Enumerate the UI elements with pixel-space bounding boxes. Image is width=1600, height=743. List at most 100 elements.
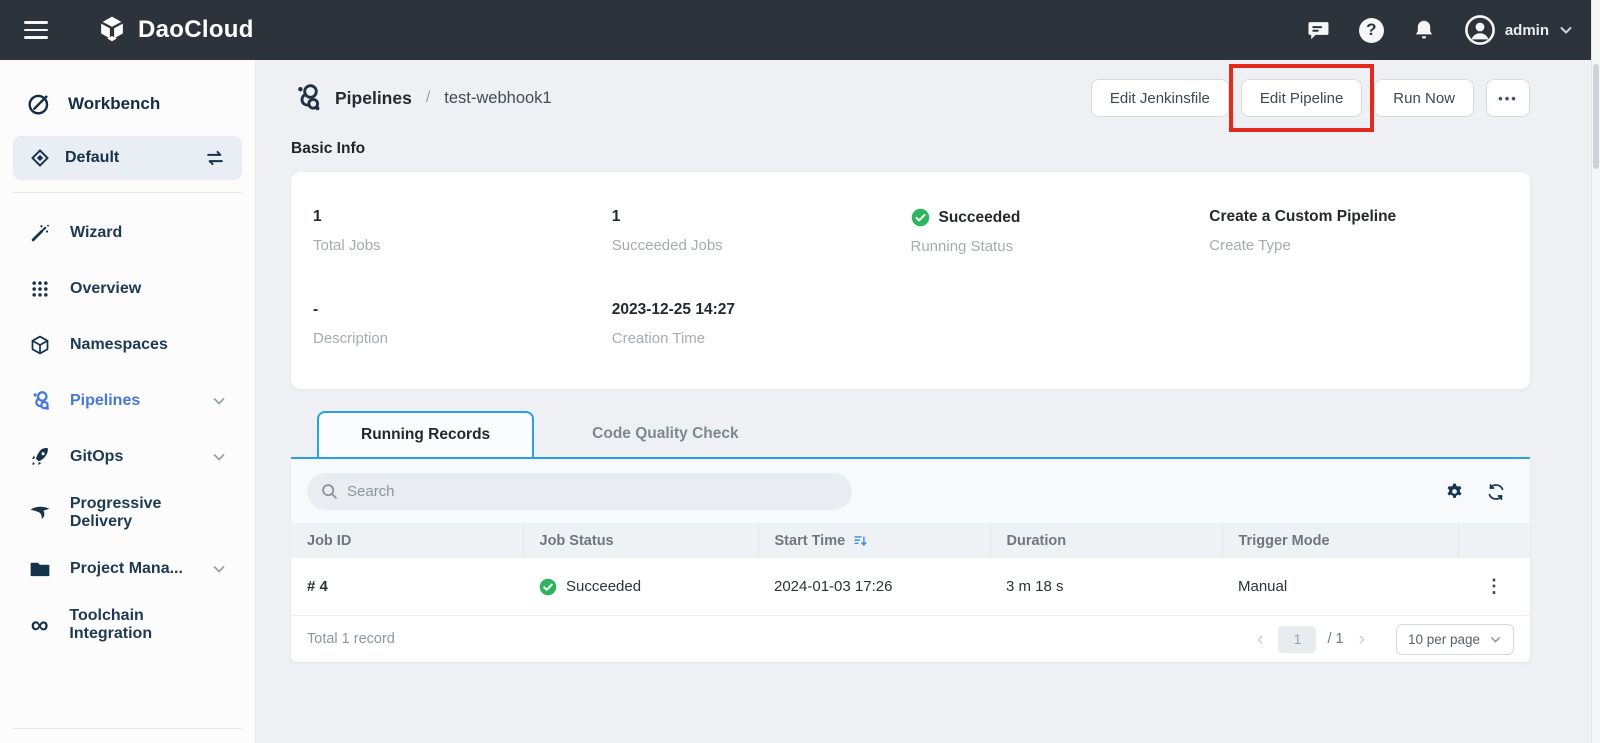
page-actions: Edit Jenkinsfile Edit Pipeline Run Now •… — [1091, 79, 1530, 117]
chevron-down-icon — [211, 393, 227, 409]
search-input[interactable] — [347, 483, 838, 500]
sidebar-item-toolchain-integration[interactable]: ∞ Toolchain Integration — [0, 597, 255, 653]
workspace-icon — [29, 147, 51, 169]
messages-icon[interactable] — [1306, 17, 1332, 43]
tab-code-quality-check[interactable]: Code Quality Check — [534, 411, 796, 457]
help-icon[interactable]: ? — [1359, 18, 1384, 43]
sidebar-item-label: GitOps — [70, 448, 123, 466]
field-value: 2023-12-25 14:27 — [612, 301, 911, 319]
notifications-bell-icon[interactable] — [1411, 17, 1437, 43]
workspace-name: Default — [65, 149, 119, 167]
cell-job-id: # 4 — [291, 558, 523, 615]
toolchain-infinity-icon: ∞ — [28, 613, 51, 638]
main-content: Pipelines / test-webhook1 Edit Jenkinsfi… — [256, 60, 1600, 743]
cell-trigger-mode: Manual — [1222, 558, 1458, 615]
records-table: Job ID Job Status Start Time — [291, 523, 1530, 615]
switch-workspace-icon[interactable] — [204, 147, 226, 169]
scrollbar-thumb[interactable] — [1593, 64, 1599, 169]
table-settings-gear-icon[interactable] — [1444, 482, 1464, 502]
column-header-trigger-mode[interactable]: Trigger Mode — [1222, 523, 1458, 558]
namespaces-cube-icon — [28, 334, 52, 356]
progressive-delivery-bird-icon — [28, 502, 52, 524]
search-box[interactable] — [307, 473, 852, 510]
field-create-type: Create a Custom Pipeline Create Type — [1209, 208, 1508, 255]
previous-page-icon[interactable]: ‹ — [1253, 630, 1267, 649]
pipelines-icon — [28, 389, 52, 413]
workbench-label: Workbench — [68, 94, 160, 114]
success-check-icon — [911, 208, 930, 227]
field-total-jobs: 1 Total Jobs — [313, 208, 612, 255]
page-header: Pipelines / test-webhook1 Edit Jenkinsfi… — [291, 60, 1530, 136]
breadcrumb: Pipelines / test-webhook1 — [291, 82, 552, 114]
sidebar-item-label: Progressive Delivery — [70, 495, 227, 531]
table-header-row: Job ID Job Status Start Time — [291, 523, 1530, 558]
brand[interactable]: DaoCloud — [96, 14, 254, 46]
field-label: Creation Time — [612, 330, 911, 347]
sidebar-item-project-management[interactable]: Project Mana... — [0, 541, 255, 597]
scrollbar-track[interactable] — [1591, 0, 1600, 743]
cell-duration: 3 m 18 s — [990, 558, 1222, 615]
edit-jenkinsfile-button[interactable]: Edit Jenkinsfile — [1091, 79, 1229, 117]
sidebar-item-pipelines[interactable]: Pipelines — [0, 373, 255, 429]
breadcrumb-section[interactable]: Pipelines — [335, 88, 412, 109]
search-icon — [321, 483, 338, 500]
help-glyph: ? — [1366, 20, 1376, 40]
row-actions-kebab-icon[interactable]: ⋮ — [1458, 558, 1530, 615]
sidebar-workspace-selector[interactable]: Default — [13, 136, 242, 180]
sidebar-item-label: Project Mana... — [70, 560, 183, 578]
total-records-text: Total 1 record — [307, 631, 395, 647]
field-value: 1 — [612, 208, 911, 226]
hamburger-menu-icon[interactable] — [24, 21, 50, 39]
field-description: - Description — [313, 301, 612, 347]
tab-bar: Running Records Code Quality Check — [291, 411, 1530, 457]
sidebar-item-label: Overview — [70, 280, 141, 298]
sidebar-bottom-divider — [13, 728, 242, 729]
breadcrumb-separator: / — [426, 89, 430, 107]
sidebar-item-label: Toolchain Integration — [69, 607, 227, 643]
table-footer: Total 1 record ‹ 1 / 1 › 10 per page — [291, 615, 1530, 662]
user-menu[interactable]: admin — [1464, 14, 1574, 46]
workbench-icon — [26, 91, 52, 117]
field-label: Total Jobs — [313, 237, 612, 254]
refresh-icon[interactable] — [1486, 482, 1506, 502]
column-header-job-id[interactable]: Job ID — [291, 523, 523, 558]
sidebar-item-wizard[interactable]: Wizard — [0, 205, 255, 261]
sidebar-item-label: Namespaces — [70, 336, 168, 354]
page-size-value: 10 per page — [1408, 632, 1480, 647]
gitops-rocket-icon — [28, 446, 52, 468]
chevron-down-icon — [211, 449, 227, 465]
sidebar: Workbench Default Wiz — [0, 60, 256, 743]
user-name: admin — [1505, 22, 1549, 39]
column-header-job-status[interactable]: Job Status — [523, 523, 758, 558]
edit-pipeline-button[interactable]: Edit Pipeline — [1241, 79, 1362, 117]
sidebar-item-progressive-delivery[interactable]: Progressive Delivery — [0, 485, 255, 541]
column-header-duration[interactable]: Duration — [990, 523, 1222, 558]
next-page-icon[interactable]: › — [1355, 630, 1369, 649]
run-now-button[interactable]: Run Now — [1374, 79, 1474, 117]
page-size-select[interactable]: 10 per page — [1396, 624, 1514, 655]
current-page-box[interactable]: 1 — [1278, 626, 1316, 653]
sidebar-item-gitops[interactable]: GitOps — [0, 429, 255, 485]
basic-info-card: 1 Total Jobs 1 Succeeded Jobs Succeeded … — [291, 172, 1530, 389]
field-label: Running Status — [911, 238, 1210, 255]
more-actions-button[interactable]: ••• — [1486, 79, 1530, 117]
tab-running-records[interactable]: Running Records — [317, 411, 534, 457]
field-value: 1 — [313, 208, 612, 226]
sidebar-item-overview[interactable]: Overview — [0, 261, 255, 317]
column-header-start-time[interactable]: Start Time — [758, 523, 990, 558]
project-folder-icon — [28, 558, 52, 580]
table-row[interactable]: # 4 Succeeded 2024-01-03 1 — [291, 558, 1530, 615]
sidebar-divider — [13, 192, 242, 193]
records-toolbar — [291, 459, 1530, 523]
chevron-down-icon — [1489, 633, 1502, 646]
brand-name: DaoCloud — [138, 16, 254, 44]
success-check-icon — [539, 578, 557, 596]
sort-descending-icon[interactable] — [853, 533, 868, 548]
pagination: ‹ 1 / 1 › 10 per page — [1253, 624, 1514, 655]
field-creation-time: 2023-12-25 14:27 Creation Time — [612, 301, 911, 347]
chevron-down-icon — [211, 561, 227, 577]
app-header: DaoCloud ? — [0, 0, 1600, 60]
field-succeeded-jobs: 1 Succeeded Jobs — [612, 208, 911, 255]
sidebar-item-namespaces[interactable]: Namespaces — [0, 317, 255, 373]
sidebar-workbench-header: Workbench — [0, 82, 255, 126]
